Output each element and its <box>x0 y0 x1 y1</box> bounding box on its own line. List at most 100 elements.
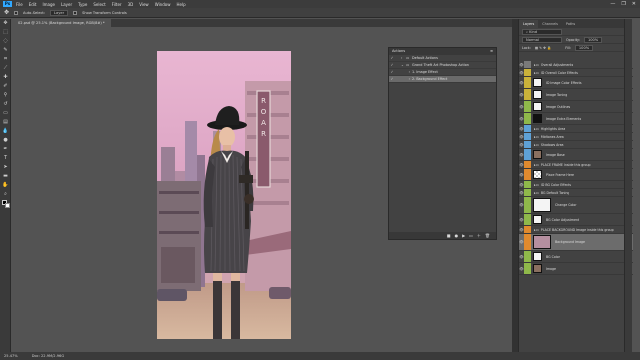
menu-edit[interactable]: Edit <box>29 2 37 7</box>
document-tab[interactable]: 02.psd @ 25.1% (Background Image, RGB/8#… <box>12 19 111 27</box>
tab-channels[interactable]: Channels <box>538 20 562 28</box>
fill-field[interactable]: 100% <box>574 44 594 51</box>
stamp-tool-icon[interactable]: ⚲ <box>2 92 9 99</box>
menu-image[interactable]: Image <box>42 2 55 7</box>
layer-row[interactable]: 👁 Image Outlines <box>519 101 633 113</box>
autoselect-checkbox[interactable] <box>14 10 19 15</box>
svg-text:O: O <box>261 108 267 116</box>
layer-name: ID Overall Color Effects <box>540 70 578 75</box>
check-icon[interactable]: ✓ <box>389 63 395 67</box>
minimize-icon[interactable]: — <box>610 1 615 7</box>
group-folder-icon[interactable]: ▸▭ <box>534 61 539 69</box>
action-row[interactable]: ✓ › 1. Image Effect <box>389 69 496 76</box>
move-tool-icon[interactable]: ✥ <box>4 9 9 16</box>
layer-color-tag <box>524 69 531 76</box>
path-select-tool-icon[interactable]: ➤ <box>2 164 9 171</box>
action-row-selected[interactable]: ✓ › 2. Background Effect <box>389 76 496 83</box>
artwork-image[interactable]: R O A R <box>157 51 291 339</box>
menu-select[interactable]: Select <box>93 2 105 7</box>
menu-type[interactable]: Type <box>78 2 87 7</box>
layer-color-tag <box>524 234 531 250</box>
quick-select-tool-icon[interactable]: ✎ <box>2 47 9 54</box>
tab-paths[interactable]: Paths <box>562 20 579 28</box>
lock-icons[interactable]: ▦ ✎ ✥ 🔒 <box>535 46 551 50</box>
layer-name: BG Color Adjustment <box>546 217 580 222</box>
group-folder-icon[interactable]: ▸▭ <box>534 189 539 197</box>
layer-row[interactable]: 👁 ID Image Color Effects <box>519 77 633 89</box>
check-icon[interactable]: ✓ <box>389 77 395 81</box>
layer-row[interactable]: 👁 BG Color Adjustment <box>519 214 633 226</box>
layer-row[interactable]: 👁 Change Color <box>519 197 633 214</box>
stop-icon[interactable]: ■ <box>447 233 451 238</box>
layer-row[interactable]: 👁 Background Image <box>519 234 633 251</box>
crop-tool-icon[interactable]: ⌗ <box>2 56 9 63</box>
menu-file[interactable]: File <box>16 2 23 7</box>
move-tool-icon[interactable]: ✥ <box>2 20 9 27</box>
group-folder-icon[interactable]: ▸▭ <box>534 133 539 141</box>
gradient-tool-icon[interactable]: ▤ <box>2 119 9 126</box>
close-icon[interactable]: ✕ <box>632 1 636 7</box>
expand-arrow-icon[interactable]: › <box>401 77 410 81</box>
group-folder-icon[interactable]: ▸▭ <box>534 226 539 234</box>
type-tool-icon[interactable]: T <box>2 155 9 162</box>
blur-tool-icon[interactable]: 💧 <box>2 128 9 135</box>
new-set-icon[interactable]: ▭ <box>469 233 473 238</box>
group-folder-icon[interactable]: ▸▭ <box>534 141 539 149</box>
expand-arrow-icon[interactable]: › <box>401 70 410 74</box>
color-swatches-icon[interactable] <box>2 200 10 210</box>
marquee-tool-icon[interactable]: ⬚ <box>2 29 9 36</box>
healing-tool-icon[interactable]: ✚ <box>2 74 9 81</box>
layer-name: Image <box>546 266 556 271</box>
zoom-tool-icon[interactable]: ⌕ <box>2 191 9 198</box>
eyedropper-tool-icon[interactable]: ⟋ <box>2 65 9 72</box>
eraser-tool-icon[interactable]: ▭ <box>2 110 9 117</box>
delete-icon[interactable]: 🗑 <box>485 233 490 238</box>
autoselect-target-select[interactable]: Layer <box>50 9 69 16</box>
transform-controls-checkbox[interactable] <box>73 10 78 15</box>
shape-tool-icon[interactable]: ▬ <box>2 173 9 180</box>
layer-kind-filter[interactable]: ⌕ Kind <box>522 28 562 35</box>
menu-3d[interactable]: 3D <box>128 2 134 7</box>
hand-tool-icon[interactable]: ✋ <box>2 182 9 189</box>
play-icon[interactable]: ▶ <box>462 233 465 238</box>
dodge-tool-icon[interactable]: ● <box>2 137 9 144</box>
layer-row[interactable]: 👁 Image Base <box>519 149 633 161</box>
record-icon[interactable]: ● <box>455 233 459 238</box>
group-folder-icon[interactable]: ▸▭ <box>534 181 539 189</box>
restore-icon[interactable]: ❐ <box>621 1 625 7</box>
layer-row[interactable]: 👁 ▸▭ PLACE FRAME Inside this group <box>519 161 633 169</box>
history-brush-tool-icon[interactable]: ↺ <box>2 101 9 108</box>
menu-help[interactable]: Help <box>176 2 185 7</box>
pen-tool-icon[interactable]: ✒ <box>2 146 9 153</box>
zoom-level[interactable]: 25.47% <box>4 354 18 358</box>
menu-filter[interactable]: Filter <box>112 2 122 7</box>
layer-row[interactable]: 👁 Place Frame Here <box>519 169 633 181</box>
layer-name: Shadows Area <box>540 142 564 147</box>
layer-thumbnail <box>533 252 542 261</box>
layer-row[interactable]: 👁 Image Toning <box>519 89 633 101</box>
menu-window[interactable]: Window <box>155 2 171 7</box>
brush-tool-icon[interactable]: ✐ <box>2 83 9 90</box>
layer-row[interactable]: 👁 Image <box>519 263 633 275</box>
new-action-icon[interactable]: ＋ <box>477 233 481 239</box>
layer-color-tag <box>524 161 531 168</box>
group-folder-icon[interactable]: ▸▭ <box>534 161 539 169</box>
panel-menu-icon[interactable]: ≡ <box>490 48 493 55</box>
layer-row[interactable]: 👁 Image Extra Elements <box>519 113 633 125</box>
layer-row[interactable]: 👁 ▸▭ Shadows Area <box>519 141 633 149</box>
tab-layers[interactable]: Layers <box>519 20 539 28</box>
status-bar: 25.47% Doc: 22.9M/2.96G <box>0 352 640 360</box>
action-row[interactable]: ✓ ⌄ ▭ Grand Theft Art Photoshop Action <box>389 62 496 69</box>
layer-row[interactable]: 👁 BG Color <box>519 251 633 263</box>
check-icon[interactable]: ✓ <box>389 56 395 60</box>
group-folder-icon[interactable]: ▸▭ <box>534 69 539 77</box>
panel-side-icons <box>624 19 632 352</box>
check-icon[interactable]: ✓ <box>389 70 395 74</box>
group-folder-icon[interactable]: ▸▭ <box>534 125 539 133</box>
menu-view[interactable]: View <box>139 2 149 7</box>
action-row[interactable]: ✓ › ▭ Default Actions <box>389 55 496 62</box>
blend-mode-select[interactable]: Normal <box>522 36 562 43</box>
opacity-field[interactable]: 100% <box>583 36 603 43</box>
lasso-tool-icon[interactable]: ◌ <box>2 38 9 45</box>
menu-layer[interactable]: Layer <box>61 2 72 7</box>
